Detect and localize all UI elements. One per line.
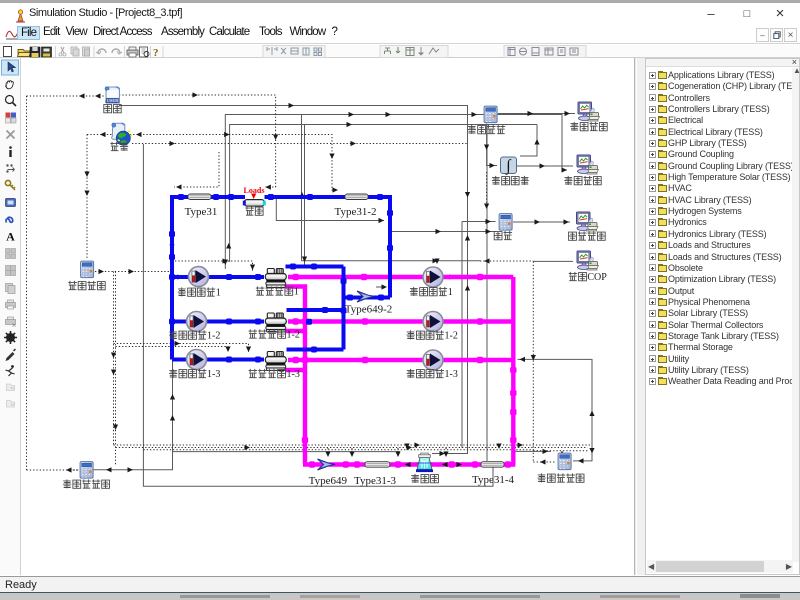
svg-text:Type31-4: Type31-4 xyxy=(472,474,514,486)
svg-text:2: 2 xyxy=(295,330,300,341)
svg-text:Type31-2: Type31-2 xyxy=(335,206,377,218)
svg-text:Type649-2: Type649-2 xyxy=(345,304,393,316)
svg-text:Type31-3: Type31-3 xyxy=(354,475,396,487)
svg-text:3: 3 xyxy=(215,369,220,380)
svg-text:?: ? xyxy=(153,47,159,58)
svg-text:Type649: Type649 xyxy=(309,475,348,487)
svg-text:Type31: Type31 xyxy=(185,206,218,218)
svg-text:2: 2 xyxy=(453,331,458,342)
svg-text:1: 1 xyxy=(216,288,221,299)
svg-text:O: O xyxy=(594,272,601,283)
svg-text:USER: USER xyxy=(107,98,120,103)
svg-text:1: 1 xyxy=(294,287,299,298)
svg-text:P: P xyxy=(601,272,607,283)
svg-text:1: 1 xyxy=(448,287,453,298)
svg-text:3: 3 xyxy=(453,369,458,380)
svg-text:2: 2 xyxy=(215,331,220,342)
svg-text:3: 3 xyxy=(295,369,300,380)
svg-text:A: A xyxy=(6,230,15,244)
